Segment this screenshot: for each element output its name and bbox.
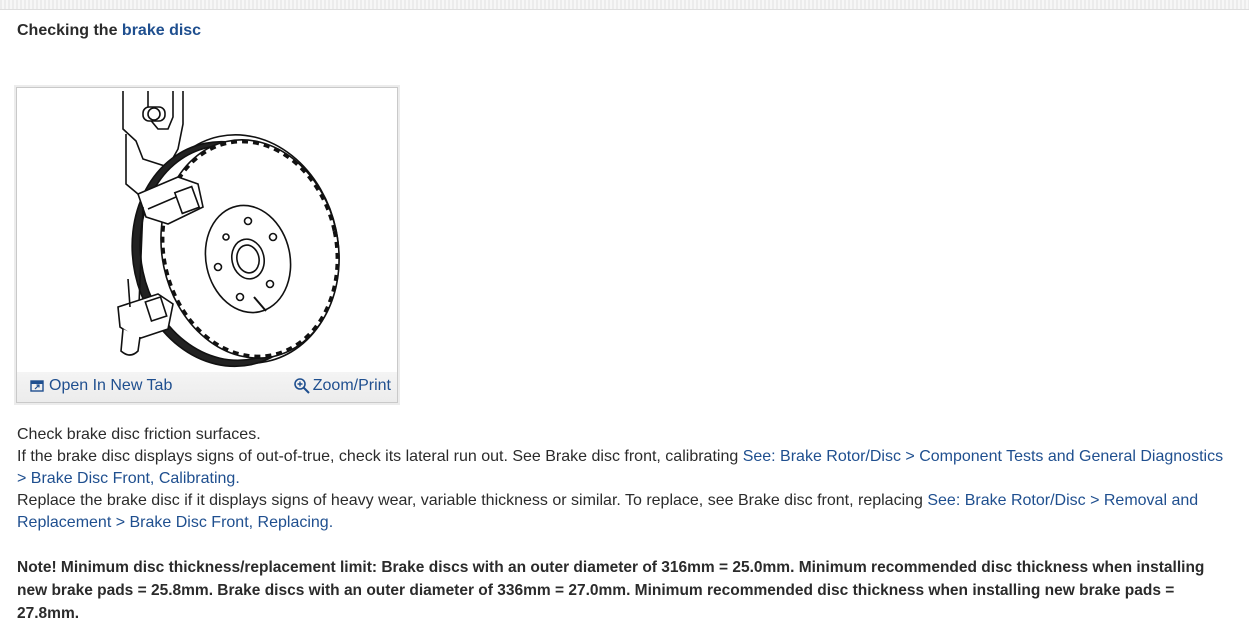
zoom-print-link[interactable]: Zoom/Print (293, 377, 391, 395)
instruction-check-surfaces: Check brake disc friction surfaces. (17, 426, 261, 443)
open-in-new-tab-icon (30, 380, 44, 392)
thickness-note: Note! Minimum disc thickness/replacement… (17, 559, 1205, 622)
figure-action-bar: Open In New Tab Zoom/Print (17, 372, 397, 402)
brake-disc-illustration[interactable] (18, 89, 396, 369)
replacing-link-period: . (328, 514, 334, 531)
top-divider (0, 0, 1249, 10)
calibrating-link-period: . (235, 470, 240, 487)
runout-text: If the brake disc displays signs of out-… (17, 448, 743, 465)
figure-container: Open In New Tab Zoom/Print (16, 87, 398, 403)
instruction-replace: Replace the brake disc if it displays si… (17, 490, 1232, 534)
instructions: Check brake disc friction surfaces. If t… (17, 424, 1232, 534)
page-title-prefix: Checking the (17, 22, 118, 39)
page-title: Checking the brake disc (17, 22, 201, 40)
zoom-print-label: Zoom/Print (312, 377, 391, 394)
instruction-runout: If the brake disc displays signs of out-… (17, 446, 1232, 490)
replace-text: Replace the brake disc if it displays si… (17, 492, 928, 509)
zoom-magnifier-icon (293, 378, 310, 394)
open-in-new-tab-link[interactable]: Open In New Tab (30, 377, 172, 395)
brake-disc-link[interactable]: brake disc (122, 22, 201, 39)
open-in-new-tab-label: Open In New Tab (49, 377, 173, 394)
